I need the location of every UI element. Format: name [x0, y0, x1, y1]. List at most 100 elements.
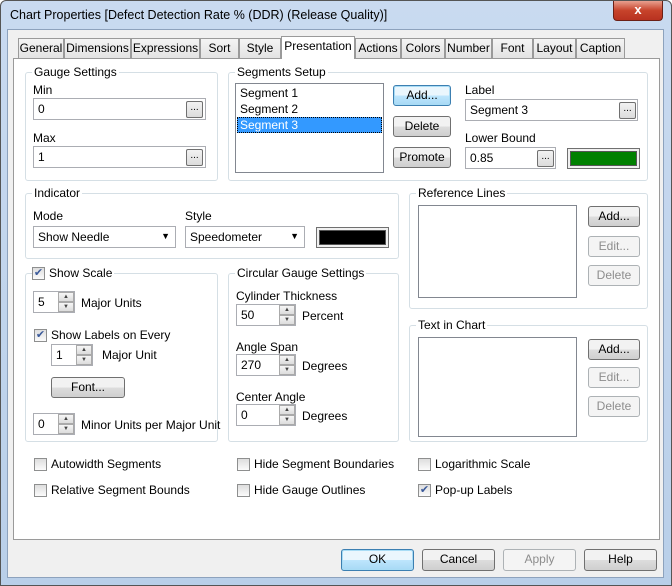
segment-color-button[interactable] — [567, 148, 640, 169]
spin-up-icon[interactable]: ▲ — [279, 305, 295, 315]
spin-down-icon[interactable]: ▼ — [58, 424, 74, 434]
spin-down-icon[interactable]: ▼ — [76, 355, 92, 365]
help-button[interactable]: Help — [584, 549, 657, 571]
spin-up-icon[interactable]: ▲ — [279, 405, 295, 415]
spin-down-icon[interactable]: ▼ — [279, 415, 295, 425]
option-label: Hide Gauge Outlines — [254, 483, 366, 497]
tab-general[interactable]: General — [18, 38, 64, 58]
center-angle-spinner[interactable]: 0 ▲ ▼ — [236, 404, 296, 426]
tab-style[interactable]: Style — [239, 38, 281, 58]
degrees-label: Degrees — [302, 409, 348, 423]
spin-down-icon[interactable]: ▼ — [279, 315, 295, 325]
segment-label-input[interactable]: Segment 3 — [465, 99, 638, 121]
angle-span-value: 270 — [241, 358, 262, 372]
checkbox-icon — [418, 457, 431, 471]
font-button[interactable]: Font... — [51, 377, 125, 398]
spin-up-icon[interactable]: ▲ — [279, 355, 295, 365]
checkbox-icon — [237, 457, 250, 471]
max-label: Max — [33, 131, 56, 145]
tab-colors[interactable]: Colors — [401, 38, 445, 58]
hide-gauge-outlines-checkbox[interactable]: Hide Gauge Outlines — [237, 483, 365, 497]
tab-expressions[interactable]: Expressions — [131, 38, 200, 58]
logarithmic-scale-checkbox[interactable]: Logarithmic Scale — [418, 457, 530, 471]
style-value: Speedometer — [190, 230, 263, 244]
cylinder-thickness-value: 50 — [241, 308, 255, 322]
relative-segment-bounds-checkbox[interactable]: Relative Segment Bounds — [34, 483, 190, 497]
delete-reference-line-button[interactable]: Delete — [588, 265, 640, 286]
group-title: Segments Setup — [235, 65, 328, 79]
segment-item-selected[interactable]: Segment 3 — [237, 117, 382, 133]
close-button[interactable]: x — [613, 1, 663, 21]
text-in-chart-list[interactable] — [418, 337, 577, 437]
segment-item[interactable]: Segment 2 — [237, 101, 382, 117]
window-title: Chart Properties [Defect Detection Rate … — [10, 8, 388, 22]
cylinder-thickness-label: Cylinder Thickness — [236, 289, 338, 303]
segment-label-expression-button[interactable]: ... — [619, 102, 636, 119]
minor-units-spinner[interactable]: 0 ▲ ▼ — [33, 413, 75, 435]
reference-lines-list[interactable] — [418, 205, 577, 298]
segment-item[interactable]: Segment 1 — [237, 85, 382, 101]
percent-label: Percent — [302, 309, 344, 323]
style-select[interactable]: Speedometer ▼ — [185, 226, 305, 248]
option-label: Autowidth Segments — [51, 457, 162, 471]
tab-dimensions[interactable]: Dimensions — [64, 38, 131, 58]
angle-span-spinner[interactable]: 270 ▲ ▼ — [236, 354, 296, 376]
segments-list[interactable]: Segment 1 Segment 2 Segment 3 — [235, 83, 384, 173]
cylinder-thickness-spinner[interactable]: 50 ▲ ▼ — [236, 304, 296, 326]
spin-up-icon[interactable]: ▲ — [58, 414, 74, 424]
show-scale-checkbox[interactable]: ✔ Show Scale — [32, 266, 115, 280]
checkbox-icon — [237, 483, 250, 497]
add-segment-button[interactable]: Add... — [393, 85, 451, 106]
min-input[interactable]: 0 — [33, 98, 206, 120]
angle-span-label: Angle Span — [236, 340, 299, 354]
tab-presentation[interactable]: Presentation — [281, 36, 355, 59]
mode-label: Mode — [33, 209, 64, 223]
label-every-spinner[interactable]: 1 ▲ ▼ — [51, 344, 93, 366]
checkbox-icon: ✔ — [34, 328, 47, 342]
apply-button[interactable]: Apply — [503, 549, 576, 571]
tab-font[interactable]: Font — [492, 38, 533, 58]
major-units-value: 5 — [38, 295, 45, 309]
major-units-spinner[interactable]: 5 ▲ ▼ — [33, 291, 75, 313]
spin-down-icon[interactable]: ▼ — [58, 302, 74, 312]
edit-reference-line-button[interactable]: Edit... — [588, 236, 640, 257]
lower-bound-label: Lower Bound — [465, 131, 536, 145]
delete-text-button[interactable]: Delete — [588, 396, 640, 417]
autowidth-segments-checkbox[interactable]: Autowidth Segments — [34, 457, 161, 471]
option-label: Logarithmic Scale — [435, 457, 531, 471]
hide-segment-boundaries-checkbox[interactable]: Hide Segment Boundaries — [237, 457, 394, 471]
ok-button[interactable]: OK — [341, 549, 414, 571]
delete-segment-button[interactable]: Delete — [393, 116, 451, 137]
indicator-color-button[interactable] — [316, 227, 389, 248]
cancel-button[interactable]: Cancel — [422, 549, 495, 571]
spin-up-icon[interactable]: ▲ — [76, 345, 92, 355]
tab-number[interactable]: Number — [445, 38, 492, 58]
chevron-down-icon: ▼ — [161, 231, 170, 241]
tab-caption[interactable]: Caption — [576, 38, 625, 58]
add-text-button[interactable]: Add... — [588, 339, 640, 360]
mode-value: Show Needle — [38, 230, 110, 244]
popup-labels-checkbox[interactable]: ✔ Pop-up Labels — [418, 483, 512, 497]
add-reference-line-button[interactable]: Add... — [588, 206, 640, 227]
spin-down-icon[interactable]: ▼ — [279, 365, 295, 375]
checkbox-icon — [34, 457, 47, 471]
mode-select[interactable]: Show Needle ▼ — [33, 226, 176, 248]
edit-text-button[interactable]: Edit... — [588, 367, 640, 388]
show-labels-checkbox[interactable]: ✔ Show Labels on Every — [34, 328, 170, 342]
minor-units-label: Minor Units per Major Unit — [81, 418, 221, 432]
tab-sort[interactable]: Sort — [200, 38, 239, 58]
spin-up-icon[interactable]: ▲ — [58, 292, 74, 302]
group-title: Circular Gauge Settings — [235, 266, 367, 280]
segment-label-label: Label — [465, 83, 495, 97]
min-expression-button[interactable]: ... — [186, 101, 203, 118]
promote-segment-button[interactable]: Promote — [393, 147, 451, 168]
lower-bound-expression-button[interactable]: ... — [537, 150, 554, 167]
indicator-color-swatch — [319, 230, 386, 245]
checkbox-icon: ✔ — [418, 483, 431, 497]
tab-layout[interactable]: Layout — [533, 38, 576, 58]
max-expression-button[interactable]: ... — [186, 149, 203, 166]
center-angle-value: 0 — [241, 408, 248, 422]
max-input[interactable]: 1 — [33, 146, 206, 168]
tab-actions[interactable]: Actions — [355, 38, 401, 58]
label-every-value: 1 — [56, 348, 63, 362]
